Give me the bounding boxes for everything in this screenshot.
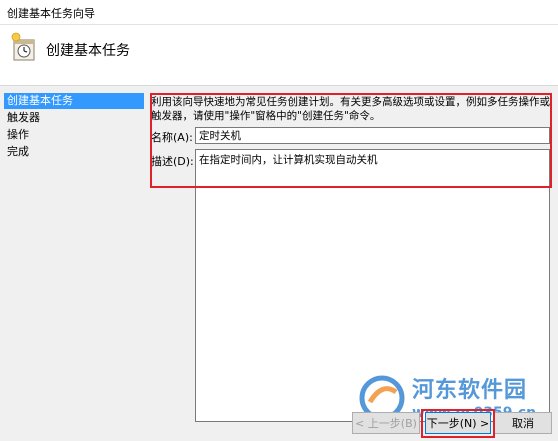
back-button[interactable]: < 上一步(B) — [352, 412, 420, 434]
task-scheduler-icon — [11, 32, 35, 61]
watermark-title: 河东软件园 — [412, 378, 528, 403]
title-bar: 创建基本任务向导 — [0, 0, 558, 25]
window-title: 创建基本任务向导 — [7, 7, 95, 20]
step-finish[interactable]: 完成 — [4, 144, 144, 160]
highlight-box-form — [150, 93, 552, 188]
highlight-box-next — [421, 409, 495, 438]
page-title: 创建基本任务 — [46, 43, 130, 59]
wizard-header: 创建基本任务 — [0, 25, 558, 86]
cancel-button[interactable]: 取消 — [494, 412, 552, 434]
step-trigger[interactable]: 触发器 — [4, 110, 144, 126]
step-action[interactable]: 操作 — [4, 127, 144, 143]
step-create-basic-task[interactable]: 创建基本任务 — [4, 93, 144, 109]
wizard-steps: 创建基本任务 触发器 操作 完成 — [4, 93, 144, 161]
